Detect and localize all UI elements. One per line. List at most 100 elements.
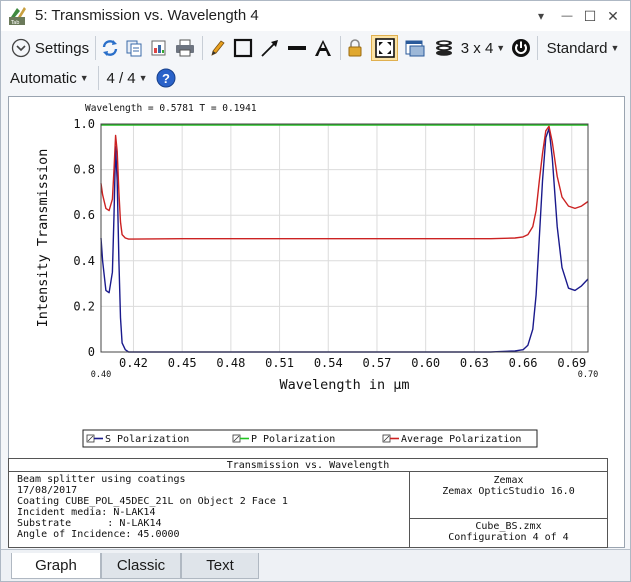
caret-down-icon: ▼ — [138, 73, 148, 83]
y-tick-label: 1.0 — [73, 117, 95, 131]
toolbar-divider — [202, 36, 203, 60]
tab-text[interactable]: Text — [181, 553, 259, 579]
series-line-1 — [100, 127, 589, 353]
print-button[interactable] — [173, 37, 197, 59]
caret-down-icon: ▼ — [79, 73, 89, 83]
info-version: Zemax OpticStudio 16.0 — [442, 486, 575, 497]
info-filename: Cube_BS.zmx — [475, 521, 542, 532]
tab-label: Graph — [35, 557, 77, 574]
toolbar-main: Settings 3 x 4 ▼ Standard ▼ — [1, 32, 630, 63]
info-configuration: Configuration 4 of 4 — [448, 532, 569, 543]
power-button[interactable] — [509, 37, 533, 59]
layers-icon — [436, 40, 452, 56]
line-icon — [288, 46, 306, 50]
series-line-3 — [100, 125, 589, 240]
arrow-tool[interactable] — [258, 37, 282, 59]
analysis-window: Tab 5: Transmission vs. Wavelength 4 ▾ —… — [0, 0, 631, 582]
info-divider — [409, 518, 607, 519]
print-icon — [176, 39, 194, 57]
x-tick-label: 0.54 — [314, 356, 343, 370]
automatic-label: Automatic — [10, 69, 77, 87]
export-icon — [151, 40, 166, 56]
x-tick-label: 0.45 — [168, 356, 197, 370]
zemax-app-icon: Tab — [9, 7, 26, 26]
y-tick-label: 0.4 — [73, 254, 95, 268]
page-label: 4 / 4 — [106, 69, 136, 87]
rectangle-tool[interactable] — [232, 37, 254, 59]
arrow-icon — [261, 40, 278, 57]
pencil-icon — [211, 40, 225, 56]
x-end-label-max: 0.70 — [578, 370, 598, 380]
layout-label: 3 x 4 — [460, 39, 494, 57]
window-menu-button[interactable]: ▾ — [530, 5, 552, 27]
toolbar-divider — [98, 66, 99, 90]
y-axis-label: Intensity Transmission — [35, 149, 51, 328]
text-icon — [315, 40, 331, 56]
title-bar: Tab 5: Transmission vs. Wavelength 4 ▾ —… — [1, 1, 630, 31]
plot-info-box: Transmission vs. Wavelength Beam splitte… — [8, 458, 608, 548]
x-axis-label: Wavelength in µm — [279, 377, 409, 393]
maximize-icon: ☐ — [583, 7, 597, 24]
y-tick-label: 0 — [88, 345, 95, 359]
y-tick-label: 0.8 — [73, 163, 95, 177]
standard-dropdown[interactable]: Standard ▼ — [542, 37, 624, 59]
automatic-dropdown[interactable]: Automatic ▼ — [10, 67, 96, 89]
close-icon: ✕ — [607, 7, 619, 24]
legend-label: S Polarization — [105, 434, 189, 445]
toolbar-divider — [537, 36, 538, 60]
tab-label: Text — [206, 557, 234, 574]
x-tick-label: 0.51 — [265, 356, 294, 370]
toolbar-secondary: Automatic ▼ 4 / 4 ▼ ? — [1, 63, 630, 93]
help-button[interactable]: ? — [155, 66, 177, 90]
close-button[interactable]: ✕ — [602, 5, 624, 27]
minimize-icon: — — [561, 10, 573, 22]
text-tool[interactable] — [311, 37, 335, 59]
x-tick-label: 0.69 — [557, 356, 586, 370]
lock-button[interactable] — [344, 37, 366, 59]
standard-label: Standard — [546, 39, 608, 57]
tab-graph[interactable]: Graph — [11, 553, 101, 579]
chevron-down-circle-icon — [11, 38, 31, 58]
x-tick-label: 0.57 — [363, 356, 392, 370]
layers-button[interactable] — [432, 37, 456, 59]
rectangle-icon — [233, 38, 253, 58]
caret-down-icon: ▼ — [496, 43, 506, 53]
layout-dropdown[interactable]: 3 x 4 ▼ — [459, 37, 507, 59]
x-tick-label: 0.48 — [216, 356, 245, 370]
info-title: Transmission vs. Wavelength — [9, 459, 607, 472]
help-icon: ? — [156, 68, 176, 88]
chevron-down-icon: ▾ — [537, 9, 545, 23]
cursor-readout: Wavelength = 0.5781 T = 0.1941 — [85, 103, 257, 114]
x-tick-label: 0.66 — [509, 356, 538, 370]
caret-down-icon: ▼ — [610, 43, 620, 53]
info-file: Cube_BS.zmx Configuration 4 of 4 — [410, 521, 607, 543]
toolbar-divider — [340, 36, 341, 60]
info-software: Zemax Zemax OpticStudio 16.0 — [410, 475, 607, 497]
export-button[interactable] — [148, 37, 170, 59]
lock-icon — [348, 39, 362, 57]
refresh-button[interactable] — [99, 37, 121, 59]
page-dropdown[interactable]: 4 / 4 ▼ — [104, 67, 150, 89]
settings-button[interactable]: Settings — [7, 37, 93, 59]
copy-button[interactable] — [123, 37, 145, 59]
line-tool[interactable] — [285, 37, 309, 59]
svg-text:Tab: Tab — [10, 20, 19, 26]
view-tabs: Graph Classic Text — [1, 549, 630, 581]
legend-label: P Polarization — [251, 434, 335, 445]
maximize-button[interactable]: ☐ — [579, 5, 601, 27]
tab-classic[interactable]: Classic — [101, 553, 181, 579]
x-tick-label: 0.63 — [460, 356, 489, 370]
tab-label: Classic — [116, 557, 166, 574]
copy-icon — [126, 40, 142, 57]
refresh-icon — [102, 40, 118, 56]
power-icon — [512, 39, 530, 57]
window-button[interactable] — [403, 37, 427, 59]
toolbar-divider — [95, 36, 96, 60]
window-title: 5: Transmission vs. Wavelength 4 — [35, 7, 259, 24]
settings-label: Settings — [34, 39, 90, 57]
pencil-tool[interactable] — [206, 37, 228, 59]
window-icon — [405, 40, 425, 57]
minimize-button[interactable]: — — [556, 5, 578, 27]
fit-button[interactable] — [371, 35, 398, 61]
svg-text:?: ? — [162, 71, 170, 86]
